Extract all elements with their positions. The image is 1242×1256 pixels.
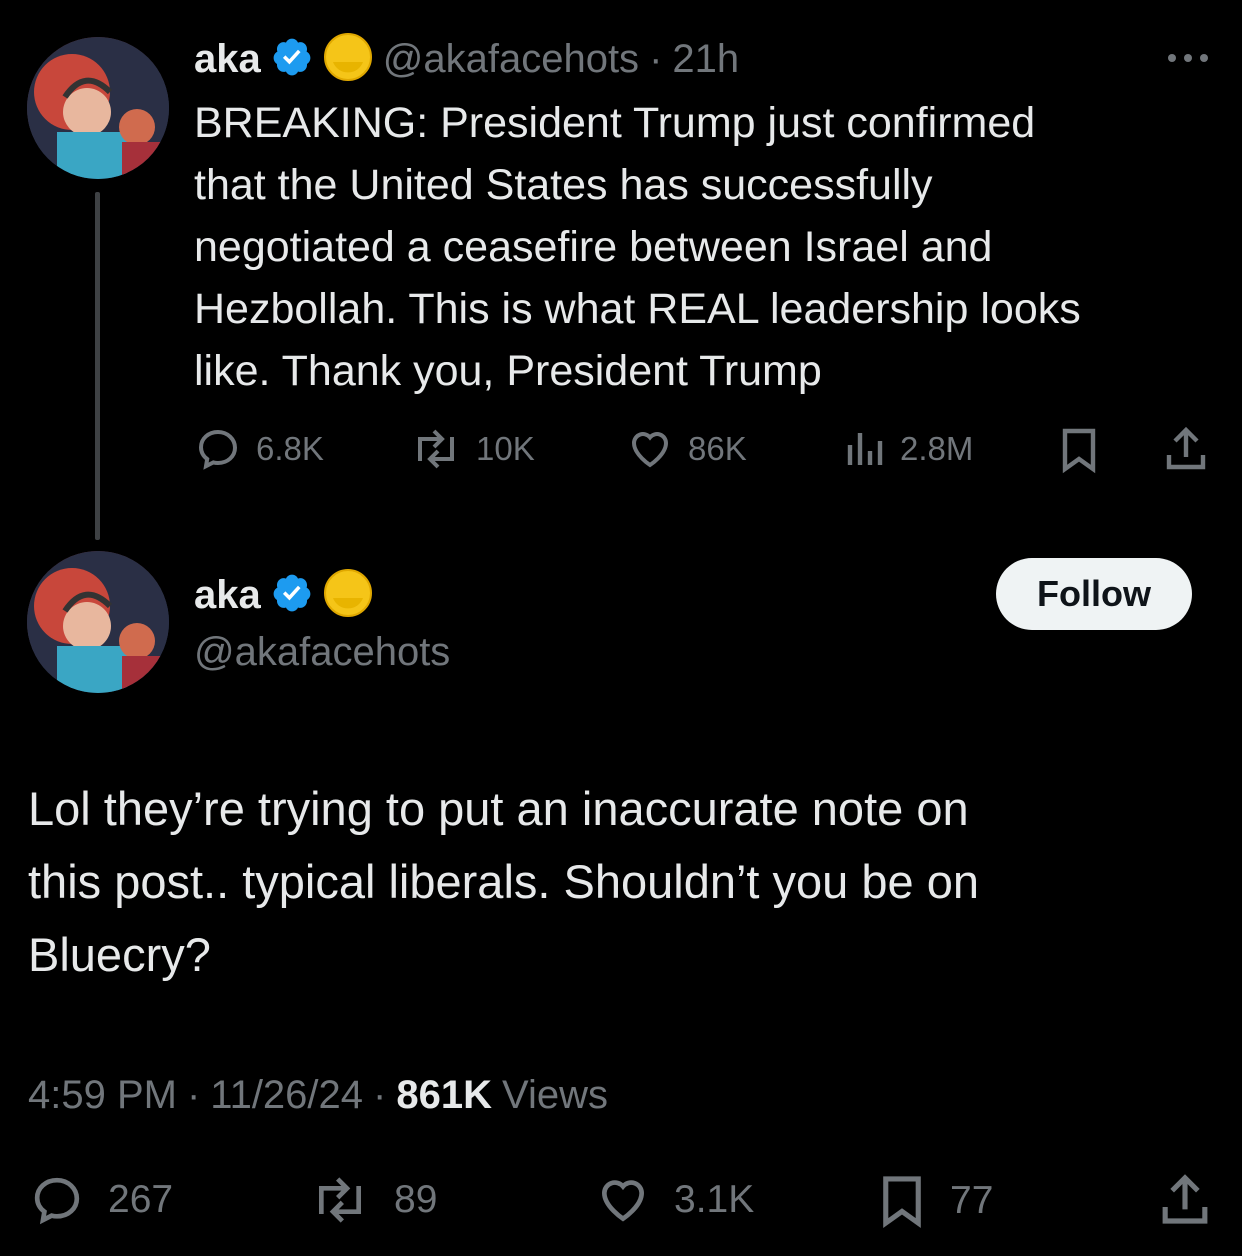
text-line: Hezbollah. This is what REAL leadership …: [194, 285, 1081, 333]
text-line: this post.. typical liberals. Shouldn’t …: [28, 855, 979, 908]
bookmark-icon: [883, 1176, 921, 1228]
reply-button[interactable]: 6.8K: [194, 425, 324, 473]
text-line: BREAKING: President Trump just confirmed: [194, 99, 1036, 147]
bookmark-button[interactable]: 77: [876, 1172, 993, 1230]
handle[interactable]: @akafacehots: [194, 630, 450, 675]
like-button[interactable]: 3.1K: [594, 1172, 754, 1228]
bookmark-count: 77: [950, 1179, 994, 1222]
tweet-text: Lol they’re trying to put an inaccurate …: [28, 772, 1208, 991]
more-icon[interactable]: [1166, 48, 1210, 73]
share-icon[interactable]: [1158, 1172, 1212, 1233]
repost-count: 89: [394, 1178, 438, 1221]
emoji-icon: [323, 568, 373, 623]
reply-count: 267: [108, 1178, 174, 1221]
repost-icon: [319, 1177, 361, 1223]
display-name[interactable]: aka: [194, 573, 261, 618]
main-author: aka: [194, 568, 373, 623]
repost-button[interactable]: 89: [308, 1172, 437, 1228]
separator: ·: [373, 1073, 387, 1117]
avatar[interactable]: [27, 551, 169, 693]
like-count: 86K: [688, 430, 747, 467]
text-line: negotiated a ceasefire between Israel an…: [194, 223, 993, 271]
views-icon: [847, 433, 883, 465]
parent-header: aka @akafacehots · 21h: [194, 32, 739, 87]
thread-connector: [95, 192, 100, 540]
handle[interactable]: @akafacehots: [383, 37, 639, 82]
like-button[interactable]: 86K: [626, 425, 747, 473]
emoji-icon: [323, 32, 373, 87]
views-button[interactable]: 2.8M: [844, 425, 973, 473]
avatar[interactable]: [27, 37, 169, 179]
share-icon[interactable]: [1163, 425, 1209, 478]
repost-button[interactable]: 10K: [410, 425, 535, 473]
repost-count: 10K: [476, 430, 535, 467]
repost-icon: [418, 429, 454, 469]
like-icon: [601, 1180, 645, 1222]
text-line: Bluecry?: [28, 928, 211, 981]
bookmark-icon[interactable]: [1057, 425, 1101, 480]
reply-button[interactable]: 267: [28, 1172, 173, 1228]
timestamp[interactable]: 21h: [672, 37, 739, 82]
views-count: 861K: [396, 1073, 492, 1117]
time[interactable]: 4:59 PM: [28, 1073, 177, 1118]
separator: ·: [186, 1073, 201, 1117]
follow-button[interactable]: Follow: [996, 558, 1192, 630]
like-icon: [631, 432, 669, 468]
verified-badge-icon: [271, 36, 313, 83]
tweet-text: BREAKING: President Trump just confirmed…: [194, 92, 1214, 402]
reply-icon: [34, 1177, 80, 1225]
separator: ·: [649, 37, 663, 81]
display-name[interactable]: aka: [194, 37, 261, 82]
tweet-meta: 4:59 PM · 11/26/24 · 861K Views: [28, 1073, 608, 1118]
reply-icon: [198, 429, 238, 470]
views-label: Views: [501, 1073, 608, 1117]
date[interactable]: 11/26/24: [210, 1073, 363, 1118]
views-count: 2.8M: [900, 430, 974, 467]
text-line: Lol they’re trying to put an inaccurate …: [28, 782, 969, 835]
verified-badge-icon: [271, 572, 313, 619]
text-line: like. Thank you, President Trump: [194, 347, 822, 395]
like-count: 3.1K: [674, 1178, 755, 1221]
reply-count: 6.8K: [256, 430, 324, 467]
text-line: that the United States has successfully: [194, 161, 933, 209]
